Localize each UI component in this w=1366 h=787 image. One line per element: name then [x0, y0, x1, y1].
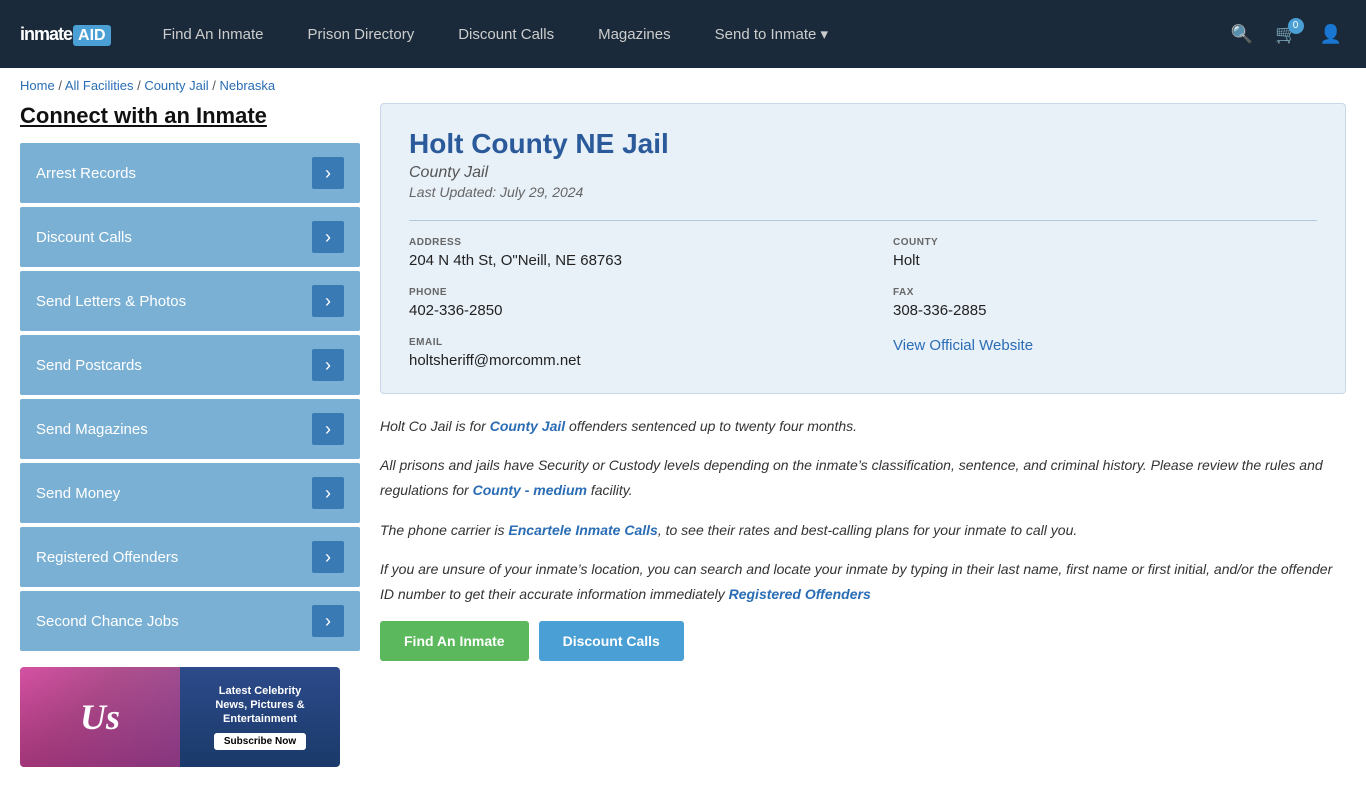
breadcrumb-home[interactable]: Home — [20, 78, 55, 93]
logo-aid-box: AID — [73, 25, 111, 46]
encartele-link[interactable]: Encartele Inmate Calls — [508, 522, 657, 538]
sidebar-item-arrest-records[interactable]: Arrest Records › — [20, 143, 360, 203]
nav-send-to-inmate[interactable]: Send to Inmate ▾ — [693, 0, 850, 68]
facility-updated: Last Updated: July 29, 2024 — [409, 184, 1317, 200]
desc-p3-text: The phone carrier is — [380, 522, 508, 538]
info-col-left: ADDRESS 204 N 4th St, O"Neill, NE 68763 … — [409, 237, 863, 369]
logo-text: inmateAID — [20, 23, 111, 46]
sidebar-label: Send Postcards — [36, 357, 142, 374]
phone-label: PHONE — [409, 287, 833, 298]
discount-calls-button[interactable]: Discount Calls — [539, 621, 684, 661]
sidebar-item-send-money[interactable]: Send Money › — [20, 463, 360, 523]
email-value: holtsheriff@morcomm.net — [409, 352, 833, 369]
ad-image-area: Us — [20, 667, 180, 767]
arrow-icon: › — [312, 413, 344, 445]
header-icons: 🔍 🛒 0 👤 — [1227, 20, 1346, 49]
breadcrumb-county-jail[interactable]: County Jail — [144, 78, 208, 93]
sidebar-item-send-letters[interactable]: Send Letters & Photos › — [20, 271, 360, 331]
county-jail-link[interactable]: County Jail — [490, 418, 565, 434]
facility-info-grid: ADDRESS 204 N 4th St, O"Neill, NE 68763 … — [409, 220, 1317, 369]
main-layout: Connect with an Inmate Arrest Records › … — [0, 103, 1366, 787]
desc-p1-end: offenders sentenced up to twenty four mo… — [565, 418, 857, 434]
desc-p2: All prisons and jails have Security or C… — [380, 453, 1346, 503]
cart-container[interactable]: 🛒 0 — [1275, 24, 1297, 45]
sidebar-label: Send Letters & Photos — [36, 293, 186, 310]
desc-p3-end: , to see their rates and best-calling pl… — [658, 522, 1077, 538]
desc-p3: The phone carrier is Encartele Inmate Ca… — [380, 518, 1346, 543]
sidebar-menu: Arrest Records › Discount Calls › Send L… — [20, 143, 360, 651]
sidebar-item-send-postcards[interactable]: Send Postcards › — [20, 335, 360, 395]
desc-p1: Holt Co Jail is for County Jail offender… — [380, 414, 1346, 439]
ad-tagline3: Entertainment — [223, 713, 297, 725]
arrow-icon: › — [312, 605, 344, 637]
nav-find-inmate[interactable]: Find An Inmate — [141, 0, 286, 68]
arrow-icon: › — [312, 157, 344, 189]
arrow-icon: › — [312, 477, 344, 509]
nav-prison-directory[interactable]: Prison Directory — [286, 0, 437, 68]
sidebar-label: Discount Calls — [36, 229, 132, 246]
desc-p1-plain: Holt Co Jail is for — [380, 418, 490, 434]
county-medium-link[interactable]: County - medium — [473, 482, 587, 498]
fax-value: 308-336-2885 — [893, 302, 1317, 319]
phone-value: 402-336-2850 — [409, 302, 833, 319]
breadcrumb: Home / All Facilities / County Jail / Ne… — [0, 68, 1366, 103]
facility-card: Holt County NE Jail County Jail Last Upd… — [380, 103, 1346, 394]
nav-discount-calls[interactable]: Discount Calls — [436, 0, 576, 68]
sidebar-label: Arrest Records — [36, 165, 136, 182]
content-area: Holt County NE Jail County Jail Last Upd… — [380, 103, 1346, 767]
website-link[interactable]: View Official Website — [893, 337, 1033, 354]
sidebar-item-discount-calls[interactable]: Discount Calls › — [20, 207, 360, 267]
sidebar-title: Connect with an Inmate — [20, 103, 360, 129]
address-label: ADDRESS — [409, 237, 833, 248]
email-label: EMAIL — [409, 337, 833, 348]
desc-p4: If you are unsure of your inmate’s locat… — [380, 557, 1346, 607]
sidebar-item-second-chance-jobs[interactable]: Second Chance Jobs › — [20, 591, 360, 651]
site-header: inmateAID Find An Inmate Prison Director… — [0, 0, 1366, 68]
breadcrumb-all-facilities[interactable]: All Facilities — [65, 78, 134, 93]
sidebar-label: Send Magazines — [36, 421, 148, 438]
cart-count-badge: 0 — [1288, 18, 1304, 34]
sidebar: Connect with an Inmate Arrest Records › … — [20, 103, 360, 767]
arrow-icon: › — [312, 285, 344, 317]
sidebar-label: Registered Offenders — [36, 549, 178, 566]
fax-label: FAX — [893, 287, 1317, 298]
ad-banner[interactable]: Us Latest Celebrity News, Pictures & Ent… — [20, 667, 340, 767]
ad-tagline2: News, Pictures & — [215, 699, 304, 711]
registered-offenders-link[interactable]: Registered Offenders — [729, 586, 871, 602]
facility-title: Holt County NE Jail — [409, 128, 1317, 160]
find-inmate-button[interactable]: Find An Inmate — [380, 621, 529, 661]
arrow-icon: › — [312, 221, 344, 253]
sidebar-item-send-magazines[interactable]: Send Magazines › — [20, 399, 360, 459]
search-button[interactable]: 🔍 — [1227, 20, 1257, 49]
sidebar-label: Second Chance Jobs — [36, 613, 179, 630]
facility-type: County Jail — [409, 164, 1317, 182]
county-value: Holt — [893, 252, 1317, 269]
ad-text-area: Latest Celebrity News, Pictures & Entert… — [180, 667, 340, 767]
county-label: COUNTY — [893, 237, 1317, 248]
facility-description: Holt Co Jail is for County Jail offender… — [380, 414, 1346, 661]
ad-brand-logo: Us — [80, 696, 120, 738]
user-account-button[interactable]: 👤 — [1316, 20, 1346, 49]
address-value: 204 N 4th St, O"Neill, NE 68763 — [409, 252, 833, 269]
breadcrumb-state[interactable]: Nebraska — [219, 78, 275, 93]
arrow-icon: › — [312, 541, 344, 573]
ad-subscribe-btn[interactable]: Subscribe Now — [214, 733, 306, 750]
main-nav: Find An Inmate Prison Directory Discount… — [141, 0, 1227, 68]
logo[interactable]: inmateAID — [20, 23, 111, 46]
nav-magazines[interactable]: Magazines — [576, 0, 693, 68]
info-col-right: COUNTY Holt FAX 308-336-2885 View Offici… — [863, 237, 1317, 369]
arrow-icon: › — [312, 349, 344, 381]
sidebar-label: Send Money — [36, 485, 120, 502]
sidebar-item-registered-offenders[interactable]: Registered Offenders › — [20, 527, 360, 587]
ad-tagline1: Latest Celebrity — [219, 685, 302, 697]
action-buttons: Find An Inmate Discount Calls — [380, 621, 1346, 661]
desc-p2-end: facility. — [587, 482, 633, 498]
